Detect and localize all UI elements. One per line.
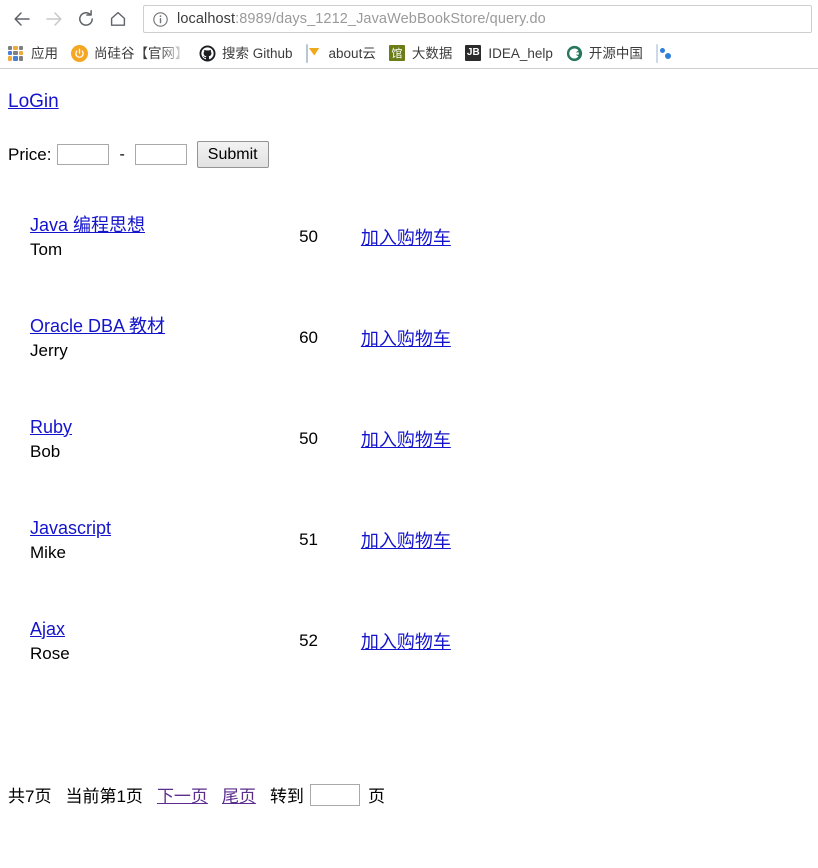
goto-page-input[interactable] [309, 783, 360, 806]
total-pages-text: 共7页 [8, 787, 52, 806]
book-list-body: Java 编程思想 Tom 50 加入购物车 Oracle DBA 教材 Jer… [0, 186, 560, 691]
submit-button[interactable]: Submit [196, 141, 269, 168]
table-row: Oracle DBA 教材 Jerry 60 加入购物车 [0, 287, 560, 388]
book-title-cell: Oracle DBA 教材 Jerry [0, 287, 299, 388]
book-price: 60 [299, 327, 318, 347]
table-row: Javascript Mike 51 加入购物车 [0, 489, 560, 590]
login-area: LoGin [0, 69, 818, 113]
table-row: Ruby Bob 50 加入购物车 [0, 388, 560, 489]
book-action-cell: 加入购物车 [361, 287, 560, 388]
bookmark-oschina[interactable]: 开源中国 [566, 41, 643, 65]
oschina-icon [566, 45, 583, 62]
bookmark-label: 应用 [31, 45, 58, 61]
book-list-table: Java 编程思想 Tom 50 加入购物车 Oracle DBA 教材 Jer… [0, 186, 560, 691]
page-content: LoGin Price: - Submit Java 编程思想 Tom 50 加… [0, 69, 818, 864]
back-arrow-icon [14, 12, 30, 26]
book-action-cell: 加入购物车 [361, 186, 560, 287]
last-page-link[interactable]: 尾页 [222, 782, 256, 807]
price-search-form: Price: - Submit [0, 113, 818, 168]
book-title-link[interactable]: Ajax [30, 617, 65, 641]
address-bar-url: localhost:8989/days_1212_JavaWebBookStor… [177, 11, 546, 27]
add-to-cart-link[interactable]: 加入购物车 [361, 228, 451, 248]
shangguigu-icon [71, 44, 88, 62]
url-host: localhost [177, 11, 236, 27]
partial-bookmark-icon [655, 43, 673, 63]
power-glyph [75, 48, 84, 58]
add-to-cart-link[interactable]: 加入购物车 [361, 329, 451, 349]
reload-icon [79, 10, 93, 26]
url-path: :8989/days_1212_JavaWebBookStore/query.d… [235, 11, 546, 27]
bookmark-label: IDEA_help [488, 45, 553, 61]
book-title-cell: Ajax Rose [0, 590, 299, 691]
bookmark-label: 大数据 [411, 45, 453, 61]
book-author: Jerry [30, 340, 68, 360]
bookmark-label: 开源中国 [588, 45, 643, 61]
bookmark-bigdata[interactable]: 馆 大数据 [388, 41, 453, 65]
jetbrains-icon: JB [465, 44, 482, 62]
book-title-cell: Ruby Bob [0, 388, 299, 489]
bookmark-idea-help[interactable]: JB IDEA_help [465, 41, 553, 65]
browser-chrome: localhost:8989/days_1212_JavaWebBookStor… [0, 0, 818, 69]
table-row: Java 编程思想 Tom 50 加入购物车 [0, 186, 560, 287]
book-author: Rose [30, 643, 70, 663]
book-title-link[interactable]: Java 编程思想 [30, 213, 145, 237]
book-action-cell: 加入购物车 [361, 388, 560, 489]
book-title-link[interactable]: Javascript [30, 516, 111, 540]
book-title-link[interactable]: Oracle DBA 教材 [30, 314, 165, 338]
goto-label: 转到 [269, 787, 304, 806]
add-to-cart-link[interactable]: 加入购物车 [361, 430, 451, 450]
forward-button [38, 4, 70, 34]
add-to-cart-link[interactable]: 加入购物车 [361, 632, 451, 652]
apps-grid-icon [8, 45, 25, 62]
forward-arrow-icon [46, 12, 62, 26]
price-min-input[interactable] [57, 144, 110, 165]
bookmark-github[interactable]: 搜索 Github [199, 41, 293, 65]
reload-button[interactable] [70, 4, 102, 34]
login-link[interactable]: LoGin [8, 91, 59, 112]
bookmarks-bar: 应用 尚硅谷【官网】5007 搜索 Github [0, 38, 818, 68]
bookmark-partial[interactable] [655, 41, 679, 65]
home-button[interactable] [102, 4, 134, 34]
book-price: 52 [299, 630, 318, 650]
bookmark-label: 尚硅谷【官网】5007 [94, 45, 186, 61]
book-author: Mike [30, 542, 66, 562]
github-icon [199, 45, 216, 62]
price-range-separator: - [119, 145, 125, 163]
bookmark-label: about云 [328, 45, 376, 61]
book-price: 51 [299, 529, 318, 549]
table-row: Ajax Rose 52 加入购物车 [0, 590, 560, 691]
price-label: Price: [8, 144, 52, 164]
next-page-link[interactable]: 下一页 [157, 782, 208, 807]
guan-icon: 馆 [388, 44, 406, 62]
book-action-cell: 加入购物车 [361, 590, 560, 691]
price-max-input[interactable] [134, 144, 187, 165]
pagination-bar: 共7页 当前第1页 下一页 尾页 转到 页 [8, 782, 385, 807]
book-title-link[interactable]: Ruby [30, 415, 72, 439]
current-page-text: 当前第1页 [65, 787, 143, 806]
book-action-cell: 加入购物车 [361, 489, 560, 590]
bookmark-aboutyun[interactable]: about云 [305, 41, 376, 65]
bookmark-shangguigu[interactable]: 尚硅谷【官网】5007 [71, 41, 186, 65]
book-title-cell: Java 编程思想 Tom [0, 186, 299, 287]
info-circle-icon[interactable] [152, 11, 169, 28]
back-button[interactable] [6, 4, 38, 34]
book-price: 50 [299, 226, 318, 246]
browser-toolbar: localhost:8989/days_1212_JavaWebBookStor… [0, 0, 818, 38]
aboutyun-icon [305, 43, 323, 63]
address-bar[interactable]: localhost:8989/days_1212_JavaWebBookStor… [143, 5, 812, 33]
book-title-cell: Javascript Mike [0, 489, 299, 590]
book-author: Tom [30, 239, 63, 259]
bookmark-label: 搜索 Github [222, 45, 293, 61]
bookmark-apps[interactable]: 应用 [8, 41, 58, 65]
book-author: Bob [30, 441, 61, 461]
add-to-cart-link[interactable]: 加入购物车 [361, 531, 451, 551]
home-icon [110, 11, 126, 26]
goto-suffix: 页 [367, 787, 385, 806]
book-price: 50 [299, 428, 318, 448]
